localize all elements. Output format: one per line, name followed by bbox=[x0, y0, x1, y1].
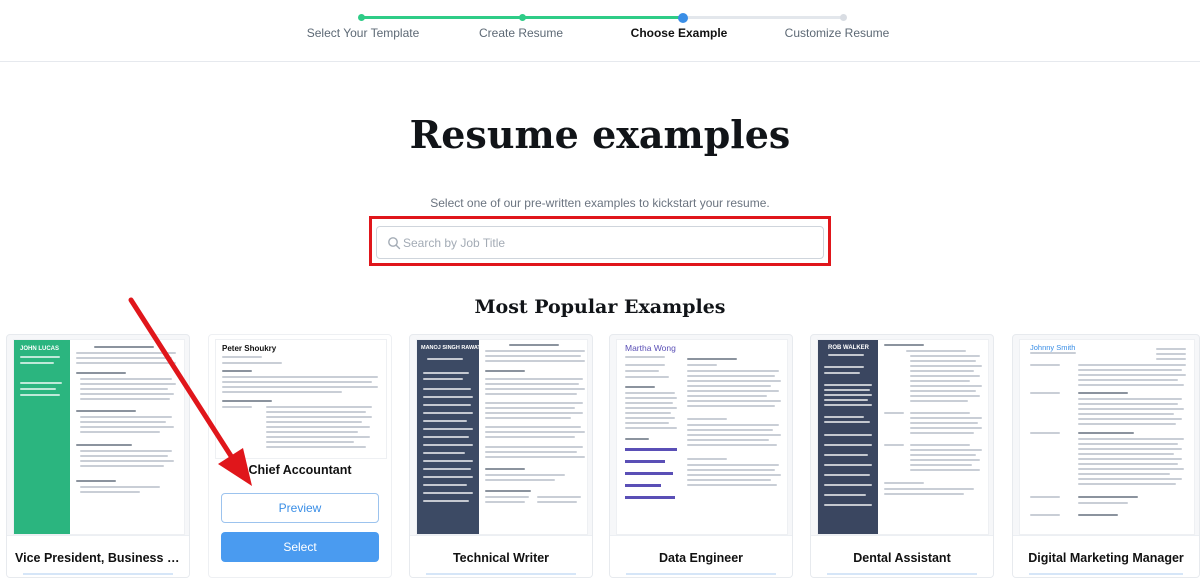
example-card-data-engineer[interactable]: Martha Wong Data Engineer bbox=[609, 334, 793, 578]
card-underline bbox=[1029, 573, 1183, 575]
select-button[interactable]: Select bbox=[221, 532, 379, 562]
example-card-digital-marketing-manager[interactable]: Johnny Smith Digital Marketing Manager bbox=[1012, 334, 1200, 578]
search-icon bbox=[388, 237, 401, 250]
card-title: Chief Accountant bbox=[248, 463, 352, 477]
thumbnail-sidebar bbox=[14, 340, 70, 534]
stepper-progress-1 bbox=[361, 16, 522, 19]
step-dot-choose-example[interactable] bbox=[678, 12, 688, 23]
card-title: Data Engineer bbox=[658, 551, 744, 565]
thumbnail-name: Johnny Smith bbox=[1030, 343, 1076, 352]
step-dot-customize-resume[interactable] bbox=[840, 14, 847, 21]
resume-thumbnail: ROB WALKER bbox=[817, 339, 989, 535]
step-create-resume[interactable]: Create Resume bbox=[479, 26, 563, 40]
card-underline bbox=[626, 573, 776, 575]
thumbnail-name: Martha Wong bbox=[625, 343, 676, 353]
example-card-technical-writer[interactable]: MANOJ SINGH RAWAT Technical Writer bbox=[409, 334, 593, 578]
step-select-template[interactable]: Select Your Template bbox=[307, 26, 420, 40]
section-title: Most Popular Examples bbox=[474, 296, 726, 318]
thumbnail-name: JOHN LUCAS bbox=[20, 346, 60, 352]
example-card-dental-assistant[interactable]: ROB WALKER Dental Assistant bbox=[810, 334, 994, 578]
progress-stepper: Select Your Template Create Resume Choos… bbox=[0, 0, 1200, 62]
card-underline bbox=[426, 573, 576, 575]
resume-thumbnail: Peter Shoukry bbox=[215, 339, 387, 459]
example-card-chief-accountant[interactable]: Peter Shoukry Chief Accountant Preview S… bbox=[208, 334, 392, 578]
resume-thumbnail: JOHN LUCAS bbox=[13, 339, 185, 535]
thumbnail-name: MANOJ SINGH RAWAT bbox=[421, 345, 481, 351]
stepper-progress-2 bbox=[522, 16, 683, 19]
thumbnail-name: ROB WALKER bbox=[828, 345, 869, 351]
page-title: Resume examples bbox=[409, 112, 791, 157]
page-subtitle: Select one of our pre-written examples t… bbox=[430, 196, 770, 210]
search-input[interactable] bbox=[403, 227, 821, 258]
card-title: Dental Assistant bbox=[853, 551, 951, 565]
thumbnail-name: Peter Shoukry bbox=[222, 344, 277, 353]
page: Select Your Template Create Resume Choos… bbox=[0, 0, 1200, 582]
step-dot-create-resume[interactable] bbox=[519, 14, 526, 21]
card-title: Vice President, Business D... bbox=[15, 551, 187, 565]
card-underline bbox=[827, 573, 977, 575]
preview-button[interactable]: Preview bbox=[221, 493, 379, 523]
card-title: Digital Marketing Manager bbox=[1028, 551, 1184, 565]
card-title: Technical Writer bbox=[452, 551, 550, 565]
resume-thumbnail: Martha Wong bbox=[616, 339, 788, 535]
resume-thumbnail: Johnny Smith bbox=[1019, 339, 1195, 535]
example-card-vice-president[interactable]: JOHN LUCAS Vice President, Business D... bbox=[6, 334, 190, 578]
resume-thumbnail: MANOJ SINGH RAWAT bbox=[416, 339, 588, 535]
step-dot-select-template[interactable] bbox=[358, 14, 365, 21]
step-choose-example[interactable]: Choose Example bbox=[631, 26, 728, 40]
search-field[interactable] bbox=[376, 226, 824, 259]
step-customize-resume[interactable]: Customize Resume bbox=[785, 26, 890, 40]
card-underline bbox=[23, 573, 173, 575]
